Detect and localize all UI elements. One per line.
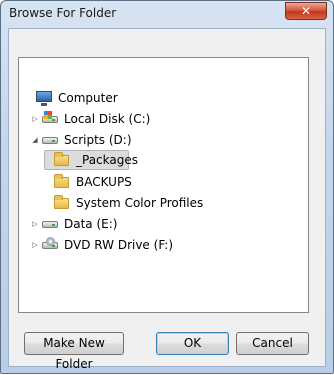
tree-item-label: Scripts (D:) — [64, 133, 132, 147]
collapse-arrow-icon[interactable]: ◢ — [30, 130, 40, 150]
expand-arrow-icon[interactable]: ▷ — [30, 235, 40, 255]
tree-item-data-e[interactable]: ▷ Data (E:) — [30, 214, 119, 234]
title-bar[interactable]: Browse For Folder ✕ — [1, 1, 333, 27]
tree-item-label: Computer — [58, 91, 118, 105]
windows-drive-icon — [42, 111, 58, 127]
folder-icon — [54, 174, 70, 190]
tree-item-system-color-profiles[interactable]: System Color Profiles — [52, 193, 205, 213]
tree-item-label: System Color Profiles — [76, 196, 204, 210]
folder-icon — [54, 152, 70, 168]
drive-icon — [42, 132, 58, 148]
tree-item-packages[interactable]: _Packages — [52, 150, 140, 170]
tree-item-label: Data (E:) — [64, 217, 118, 231]
tree-item-dvd-rw-f[interactable]: ▷ DVD RW Drive (F:) — [30, 235, 175, 255]
tree-item-computer[interactable]: Computer — [34, 88, 120, 108]
expand-arrow-icon[interactable]: ▷ — [30, 214, 40, 234]
dialog-title: Browse For Folder — [9, 6, 117, 20]
tree-item-label: Local Disk (C:) — [64, 112, 151, 126]
cancel-button[interactable]: Cancel — [236, 332, 309, 355]
close-button[interactable]: ✕ — [285, 2, 327, 20]
ok-button[interactable]: OK — [156, 332, 229, 355]
folder-icon — [54, 195, 70, 211]
close-icon: ✕ — [300, 4, 312, 18]
computer-icon — [36, 90, 52, 106]
expand-arrow-icon[interactable]: ▷ — [30, 109, 40, 129]
make-new-folder-button[interactable]: Make New Folder — [24, 332, 124, 371]
tree-item-label: BACKUPS — [76, 175, 132, 189]
dvd-drive-icon — [42, 237, 58, 253]
tree-item-backups[interactable]: BACKUPS — [52, 172, 134, 192]
tree-item-label: _Packages — [76, 153, 138, 167]
tree-item-local-disk-c[interactable]: ▷ Local Disk (C:) — [30, 109, 152, 129]
tree-item-label: DVD RW Drive (F:) — [64, 238, 174, 252]
drive-icon — [42, 216, 58, 232]
tree-item-scripts-d[interactable]: ◢ Scripts (D:) — [30, 130, 134, 150]
